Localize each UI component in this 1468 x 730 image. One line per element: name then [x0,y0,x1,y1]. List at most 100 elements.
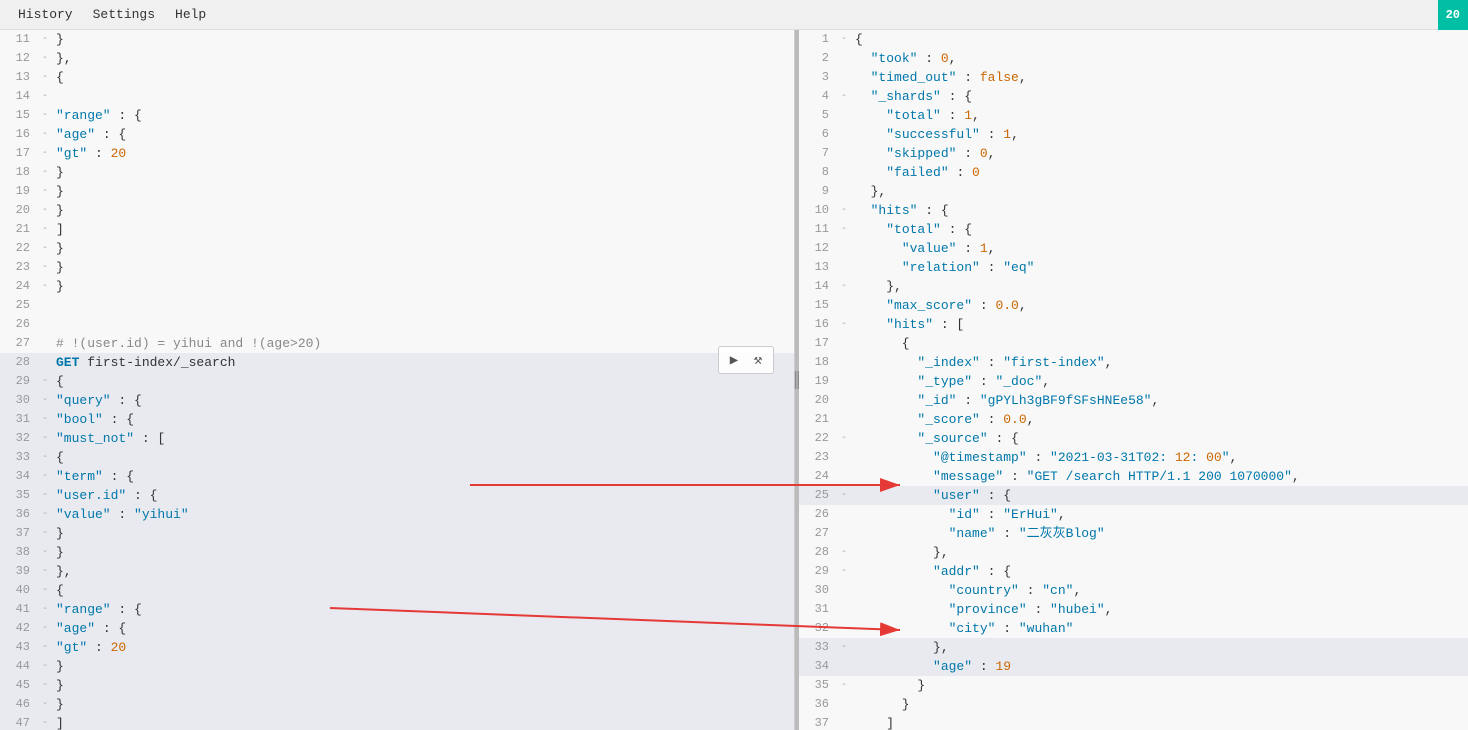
line-number: 46 [0,695,38,714]
fold-indicator[interactable]: - [837,676,851,695]
run-button[interactable]: ▶ [723,349,745,371]
fold-indicator[interactable]: - [38,258,52,277]
line-content: "value" : 1, [851,239,1468,258]
fold-indicator[interactable]: - [837,638,851,657]
fold-indicator[interactable]: - [837,429,851,448]
fold-indicator[interactable]: - [837,220,851,239]
line-number: 3 [799,68,837,87]
line-number: 20 [0,201,38,220]
line-content: } [52,258,794,277]
fold-indicator[interactable]: - [38,638,52,657]
line-content: ] [52,714,794,730]
code-line-39: 39-}, [0,562,794,581]
line-number: 9 [799,182,837,201]
line-number: 36 [0,505,38,524]
code-line-13: 13 "relation" : "eq" [799,258,1468,277]
code-line-47: 47-] [0,714,794,730]
code-line-7: 7 "skipped" : 0, [799,144,1468,163]
code-line-46: 46-} [0,695,794,714]
line-content: # !(user.id) = yihui and !(age>20) [52,334,794,353]
line-number: 8 [799,163,837,182]
line-content: "@timestamp" : "2021-03-31T02: 12: 00", [851,448,1468,467]
line-content: ] [52,220,794,239]
code-line-14: 14- }, [799,277,1468,296]
fold-indicator[interactable]: - [38,676,52,695]
line-number: 13 [0,68,38,87]
fold-indicator[interactable]: - [38,372,52,391]
line-content: "range" : { [52,600,794,619]
fold-indicator[interactable]: - [38,486,52,505]
fold-indicator[interactable]: - [837,87,851,106]
fold-indicator[interactable]: - [38,695,52,714]
fold-indicator[interactable]: - [38,505,52,524]
fold-indicator[interactable]: - [38,144,52,163]
code-line-8: 8 "failed" : 0 [799,163,1468,182]
line-content: "bool" : { [52,410,794,429]
query-toolbar: ▶ ⚒ [718,346,774,374]
line-number: 31 [0,410,38,429]
fold-indicator[interactable]: - [38,543,52,562]
line-number: 40 [0,581,38,600]
code-line-40: 40-{ [0,581,794,600]
fold-indicator[interactable]: - [38,182,52,201]
fold-indicator[interactable]: - [38,657,52,676]
fold-indicator[interactable]: - [837,562,851,581]
fold-indicator[interactable]: - [837,543,851,562]
fold-indicator[interactable]: - [38,220,52,239]
fold-indicator[interactable]: - [38,562,52,581]
line-content: "gt" : 20 [52,144,794,163]
fold-indicator[interactable]: - [38,429,52,448]
menu-settings[interactable]: Settings [83,3,165,26]
fold-indicator[interactable]: - [38,410,52,429]
fold-indicator[interactable]: - [38,581,52,600]
line-number: 16 [799,315,837,334]
menu-history[interactable]: History [8,3,83,26]
line-content: { [52,372,794,391]
code-line-27: 27 # !(user.id) = yihui and !(age>20) [0,334,794,353]
line-content: } [52,524,794,543]
fold-indicator[interactable]: - [38,201,52,220]
line-content: "user.id" : { [52,486,794,505]
wrench-button[interactable]: ⚒ [747,349,769,371]
fold-indicator[interactable]: - [38,68,52,87]
code-line-2: 2 "took" : 0, [799,49,1468,68]
menu-help[interactable]: Help [165,3,216,26]
right-code-area[interactable]: 1-{2 "took" : 0,3 "timed_out" : false,4-… [799,30,1468,730]
left-code-area[interactable]: 11-}12-},13-{14-15-"range" : {16-"age" :… [0,30,794,730]
fold-indicator[interactable]: - [837,30,851,49]
fold-indicator[interactable]: - [837,486,851,505]
line-content: "age" : 19 [851,657,1468,676]
line-number: 35 [799,676,837,695]
code-line-9: 9 }, [799,182,1468,201]
fold-indicator[interactable]: - [38,391,52,410]
fold-indicator[interactable]: - [38,106,52,125]
code-line-36: 36 } [799,695,1468,714]
fold-indicator[interactable]: - [38,448,52,467]
code-line-19: 19 "_type" : "_doc", [799,372,1468,391]
code-line-26: 26 [0,315,794,334]
line-content: } [52,676,794,695]
fold-indicator[interactable]: - [38,239,52,258]
fold-indicator[interactable]: - [38,49,52,68]
fold-indicator[interactable]: - [38,600,52,619]
fold-indicator[interactable]: - [38,619,52,638]
line-number: 24 [799,467,837,486]
fold-indicator[interactable]: - [837,315,851,334]
fold-indicator[interactable]: - [38,163,52,182]
line-content: "max_score" : 0.0, [851,296,1468,315]
fold-indicator[interactable]: - [837,201,851,220]
line-content: }, [851,277,1468,296]
line-number: 42 [0,619,38,638]
fold-indicator[interactable]: - [38,30,52,49]
line-content: "province" : "hubei", [851,600,1468,619]
fold-indicator[interactable]: - [38,714,52,730]
code-line-11: 11-} [0,30,794,49]
fold-indicator[interactable]: - [38,524,52,543]
fold-indicator[interactable]: - [38,125,52,144]
fold-indicator[interactable]: - [837,277,851,296]
line-number: 24 [0,277,38,296]
fold-indicator[interactable]: - [38,467,52,486]
code-line-35: 35-"user.id" : { [0,486,794,505]
fold-indicator[interactable]: - [38,277,52,296]
fold-indicator[interactable]: - [38,87,52,106]
